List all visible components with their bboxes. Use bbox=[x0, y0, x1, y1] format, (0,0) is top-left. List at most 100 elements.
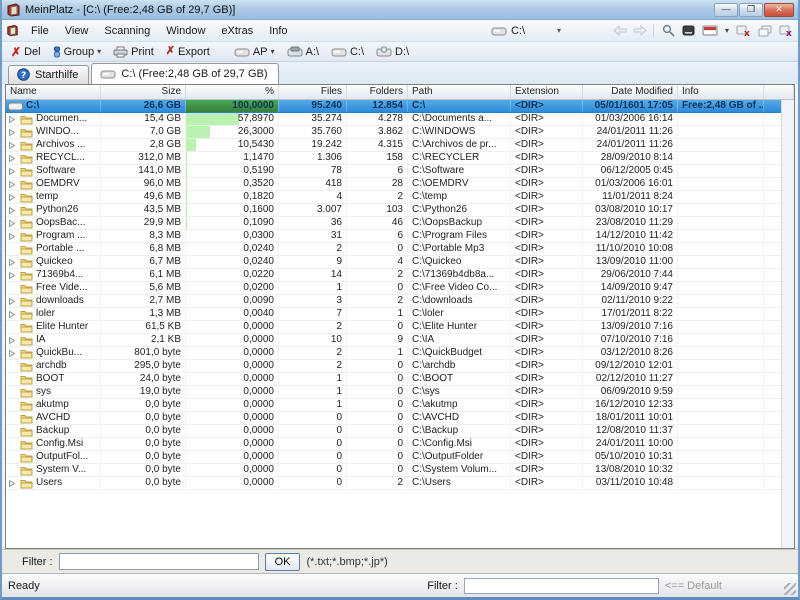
filter-ok-button[interactable]: OK bbox=[264, 552, 301, 571]
menu-item-file[interactable]: File bbox=[23, 23, 57, 39]
toolbar-button-c-drive[interactable]: C:\ bbox=[326, 45, 369, 59]
table-row[interactable]: Portable ... 6,8 MB 0,0240 2 0 C:\Portable Mp… bbox=[6, 243, 794, 256]
table-row[interactable]: WINDO... 7,0 GB 26,3000 35.760 3.862 C:\WINDO… bbox=[6, 126, 794, 139]
close-all-windows-icon[interactable]: x bbox=[779, 25, 794, 37]
cell-path: C:\Config.Msi bbox=[408, 438, 511, 450]
table-row[interactable]: Software 141,0 MB 0,5190 78 6 C:\Software <DIR… bbox=[6, 165, 794, 178]
folder-icon bbox=[20, 374, 33, 385]
table-row[interactable]: RECYCL... 312,0 MB 1,1470 1.306 158 C:\RECYCL… bbox=[6, 152, 794, 165]
expand-icon[interactable] bbox=[8, 115, 17, 124]
column-header-info[interactable]: Info bbox=[678, 85, 764, 99]
table-row[interactable]: System V... 0,0 byte 0,0000 0 0 C:\System Vol… bbox=[6, 464, 794, 477]
toolbar-button-del[interactable]: ✗ Del bbox=[6, 45, 46, 59]
column-header-size[interactable]: Size bbox=[101, 85, 186, 99]
expand-icon[interactable] bbox=[8, 167, 17, 176]
tab-c-drive[interactable]: C:\ (Free:2,48 GB of 29,7 GB) bbox=[91, 63, 279, 84]
table-row[interactable]: 71369b4... 6,1 MB 0,0220 14 2 C:\71369b4db8a.… bbox=[6, 269, 794, 282]
toolbar-button-a-drive[interactable]: A:\ bbox=[282, 45, 324, 59]
table-row[interactable]: Users 0,0 byte 0,0000 0 2 C:\Users <DIR> 03/11/… bbox=[6, 477, 794, 490]
expand-icon[interactable] bbox=[8, 128, 17, 137]
menu-item-info[interactable]: Info bbox=[261, 23, 295, 39]
column-header-path[interactable]: Path bbox=[408, 85, 511, 99]
expand-icon[interactable] bbox=[8, 336, 17, 345]
table-row[interactable]: Elite Hunter 61,5 KB 0,0000 2 0 C:\Elite Hunt… bbox=[6, 321, 794, 334]
table-row[interactable]: Backup 0,0 byte 0,0000 0 0 C:\Backup <DIR> 12/0… bbox=[6, 425, 794, 438]
table-row[interactable]: Free Vide... 5,6 MB 0,0200 1 0 C:\Free Video … bbox=[6, 282, 794, 295]
table-row[interactable]: BOOT 24,0 byte 0,0000 1 0 C:\BOOT <DIR> 02/12/2… bbox=[6, 373, 794, 386]
table-row[interactable]: OEMDRV 96,0 MB 0,3520 418 28 C:\OEMDRV <DIR> 01… bbox=[6, 178, 794, 191]
table-row[interactable]: temp 49,6 MB 0,1820 4 2 C:\temp <DIR> 11/01/201… bbox=[6, 191, 794, 204]
screenshot-icon[interactable] bbox=[682, 25, 695, 36]
expand-icon[interactable] bbox=[8, 310, 17, 319]
table-row[interactable]: akutmp 0,0 byte 0,0000 1 0 C:\akutmp <DIR> 16/1… bbox=[6, 399, 794, 412]
expand-icon[interactable] bbox=[8, 232, 17, 241]
table-row[interactable]: OutputFol... 0,0 byte 0,0000 0 0 C:\OutputFol… bbox=[6, 451, 794, 464]
table-row[interactable]: downloads 2,7 MB 0,0090 3 2 C:\downloads <DIR>… bbox=[6, 295, 794, 308]
cell-folders: 2 bbox=[347, 477, 408, 489]
table-row[interactable]: sys 19,0 byte 0,0000 1 0 C:\sys <DIR> 06/09/201… bbox=[6, 386, 794, 399]
drive-selector-combo[interactable]: C:\ ▾ bbox=[487, 24, 607, 38]
cell-files: 19.242 bbox=[279, 139, 347, 151]
menu-item-view[interactable]: View bbox=[57, 23, 97, 39]
forward-icon[interactable] bbox=[632, 25, 647, 36]
tab-starthilfe[interactable]: ? Starthilfe bbox=[8, 65, 90, 84]
expand-icon[interactable] bbox=[8, 141, 17, 150]
close-button[interactable]: ✕ bbox=[764, 2, 794, 17]
cell-size: 0,0 byte bbox=[101, 451, 186, 463]
table-row[interactable]: C:\ 26,6 GB 100,0000 95.240 12.854 C:\ <DIR> 05… bbox=[6, 100, 794, 113]
column-header-name[interactable]: Name bbox=[6, 85, 101, 99]
cell-path: C:\OopsBackup bbox=[408, 217, 511, 229]
expand-icon[interactable] bbox=[8, 206, 17, 215]
chevron-down-icon[interactable]: ▾ bbox=[725, 26, 729, 35]
table-row[interactable]: IA 2,1 KB 0,0000 10 9 C:\IA <DIR> 07/10/2010 7:… bbox=[6, 334, 794, 347]
expand-icon[interactable] bbox=[8, 219, 17, 228]
toolbar-button-d-drive[interactable]: D:\ bbox=[371, 45, 414, 59]
search-icon[interactable] bbox=[662, 24, 675, 37]
vertical-scrollbar[interactable] bbox=[781, 100, 794, 548]
status-filter-input[interactable] bbox=[463, 577, 659, 594]
back-icon[interactable] bbox=[613, 25, 628, 36]
cell-files: 1 bbox=[279, 386, 347, 398]
menu-item-window[interactable]: Window bbox=[158, 23, 213, 39]
expand-icon[interactable] bbox=[8, 479, 17, 488]
toolbar-button-print[interactable]: Print bbox=[108, 45, 159, 59]
resize-grip[interactable] bbox=[784, 583, 796, 595]
table-row[interactable]: Archivos ... 2,8 GB 10,5430 19.242 4.315 C:\A… bbox=[6, 139, 794, 152]
expand-icon[interactable] bbox=[8, 258, 17, 267]
column-header-date-modified[interactable]: Date Modified bbox=[583, 85, 678, 99]
table-row[interactable]: AVCHD 0,0 byte 0,0000 0 0 C:\AVCHD <DIR> 18/01/… bbox=[6, 412, 794, 425]
column-header-folders[interactable]: Folders bbox=[347, 85, 408, 99]
cell-files: 78 bbox=[279, 165, 347, 177]
column-header-files[interactable]: Files bbox=[279, 85, 347, 99]
menu-item-extras[interactable]: eXtras bbox=[213, 23, 261, 39]
column-header--[interactable]: % bbox=[186, 85, 279, 99]
cascade-windows-icon[interactable] bbox=[758, 25, 772, 37]
table-row[interactable]: Documen... 15,4 GB 57,8970 35.274 4.278 C:\Do… bbox=[6, 113, 794, 126]
cell-percent: 0,0000 bbox=[186, 438, 279, 450]
expand-icon[interactable] bbox=[8, 271, 17, 280]
expand-icon[interactable] bbox=[8, 180, 17, 189]
flag-icon[interactable] bbox=[702, 25, 718, 36]
table-row[interactable]: QuickBu... 801,0 byte 0,0000 2 1 C:\QuickBudg… bbox=[6, 347, 794, 360]
toolbar-button-export[interactable]: ✗ Export bbox=[161, 45, 215, 59]
table-row[interactable]: Config.Msi 0,0 byte 0,0000 0 0 C:\Config.Msi <… bbox=[6, 438, 794, 451]
toolbar-button-ap-drive[interactable]: AP ▾ bbox=[229, 45, 280, 59]
menu-item-scanning[interactable]: Scanning bbox=[96, 23, 158, 39]
column-header-extension[interactable]: Extension bbox=[511, 85, 583, 99]
minimize-button[interactable]: — bbox=[714, 2, 738, 17]
table-row[interactable]: loler 1,3 MB 0,0040 7 1 C:\loler <DIR> 17/01/20… bbox=[6, 308, 794, 321]
table-row[interactable]: Program ... 8,3 MB 0,0300 31 6 C:\Program Fil… bbox=[6, 230, 794, 243]
expand-icon[interactable] bbox=[8, 154, 17, 163]
table-row[interactable]: Quickeo 6,7 MB 0,0240 9 4 C:\Quickeo <DIR> 13/0… bbox=[6, 256, 794, 269]
close-window-icon[interactable]: x bbox=[736, 25, 751, 37]
cell-folders: 1 bbox=[347, 347, 408, 359]
expand-icon[interactable] bbox=[8, 193, 17, 202]
table-row[interactable]: OopsBac... 29,9 MB 0,1090 36 46 C:\OopsBackup… bbox=[6, 217, 794, 230]
expand-icon[interactable] bbox=[8, 297, 17, 306]
toolbar-button-group[interactable]: Group ▾ bbox=[48, 45, 107, 59]
table-row[interactable]: Python26 43,5 MB 0,1600 3.007 103 C:\Python26… bbox=[6, 204, 794, 217]
filter-input[interactable] bbox=[58, 553, 259, 570]
table-row[interactable]: archdb 295,0 byte 0,0000 2 0 C:\archdb <DIR> 09… bbox=[6, 360, 794, 373]
maximize-button[interactable]: ❐ bbox=[739, 2, 763, 17]
expand-icon[interactable] bbox=[8, 349, 17, 358]
